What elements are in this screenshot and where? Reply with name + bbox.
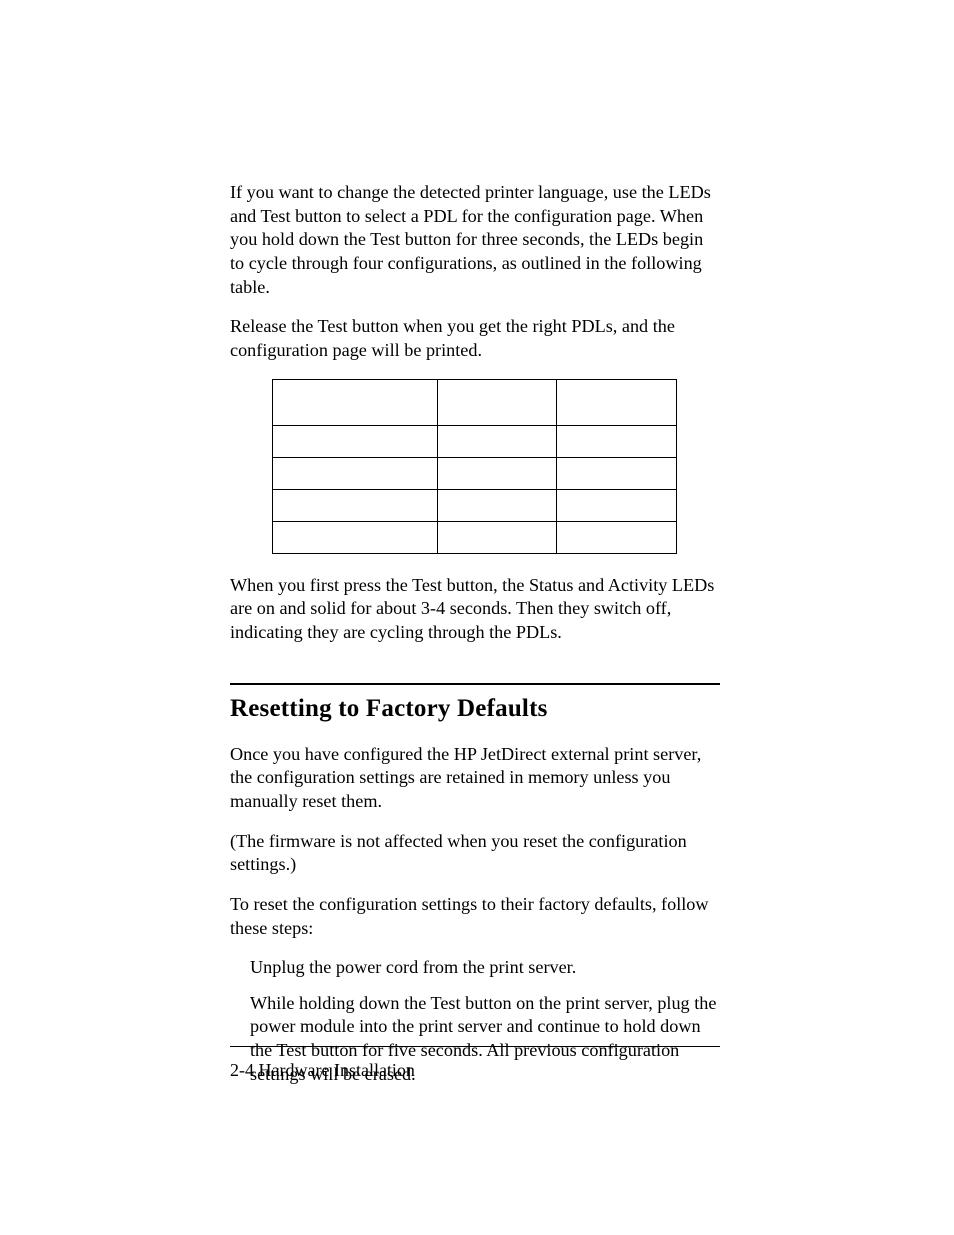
table-cell — [557, 425, 677, 457]
table-cell — [557, 521, 677, 553]
table-header-cell — [273, 379, 438, 425]
table-cell — [557, 457, 677, 489]
table-cell — [437, 489, 557, 521]
section-divider — [230, 683, 720, 685]
table-cell — [273, 489, 438, 521]
paragraph-reset-2: (The firmware is not affected when you r… — [230, 830, 720, 877]
table-row — [273, 489, 677, 521]
table-cell — [437, 457, 557, 489]
table-header-cell — [437, 379, 557, 425]
list-item: Unplug the power cord from the print ser… — [250, 956, 720, 980]
section-heading-reset: Resetting to Factory Defaults — [230, 695, 720, 723]
table-header-cell — [557, 379, 677, 425]
paragraph-after-table: When you first press the Test button, th… — [230, 574, 720, 645]
table-cell — [437, 425, 557, 457]
footer-divider — [230, 1046, 720, 1047]
page-footer: 2-4 Hardware Installation — [230, 1060, 415, 1081]
table-cell — [273, 457, 438, 489]
pdl-config-table — [272, 379, 677, 554]
page-body: If you want to change the detected print… — [230, 181, 720, 1098]
paragraph-reset-1: Once you have configured the HP JetDirec… — [230, 743, 720, 814]
table-row — [273, 457, 677, 489]
table-header-row — [273, 379, 677, 425]
table-row — [273, 425, 677, 457]
table-cell — [557, 489, 677, 521]
paragraph-intro-1: If you want to change the detected print… — [230, 181, 720, 299]
paragraph-intro-2: Release the Test button when you get the… — [230, 315, 720, 362]
table-cell — [437, 521, 557, 553]
table-cell — [273, 521, 438, 553]
paragraph-reset-3: To reset the configuration settings to t… — [230, 893, 720, 940]
table-cell — [273, 425, 438, 457]
table-row — [273, 521, 677, 553]
